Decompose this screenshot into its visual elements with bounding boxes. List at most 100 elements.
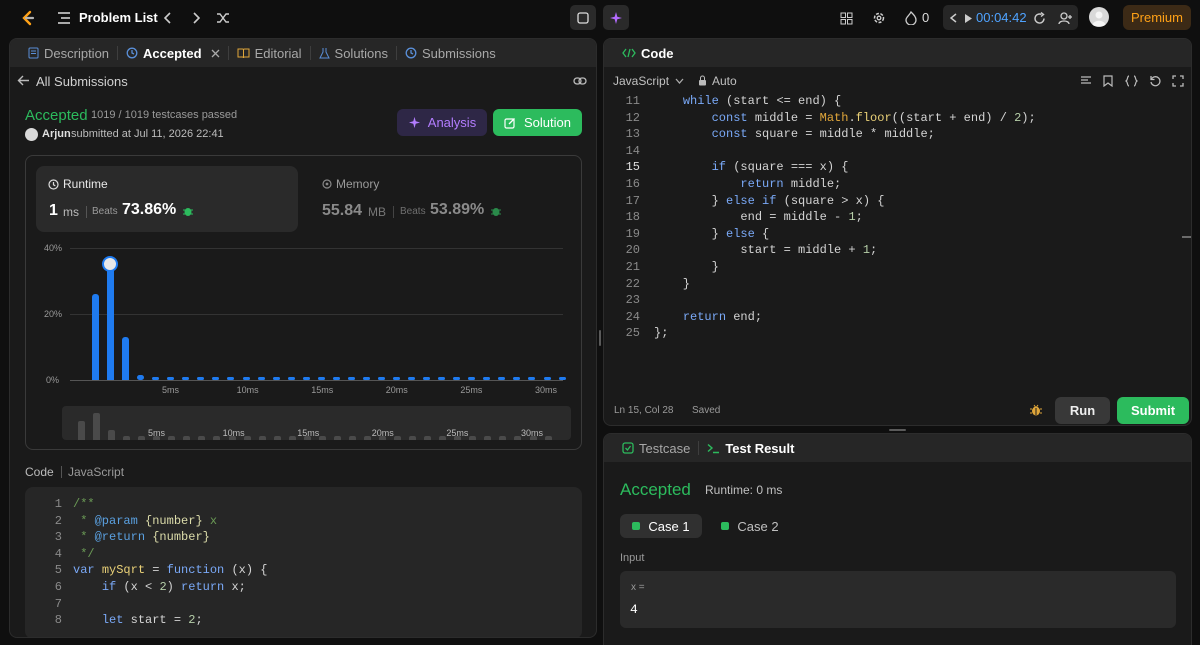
reset-icon[interactable] — [1149, 75, 1161, 87]
chart-bar[interactable] — [468, 376, 476, 380]
chart-bar[interactable] — [483, 376, 491, 380]
chart-bar[interactable] — [377, 376, 385, 380]
chart-bar[interactable] — [528, 376, 536, 380]
tab-submissions[interactable]: Submissions — [397, 39, 504, 67]
panel-resize-handle[interactable] — [889, 429, 906, 431]
avatar[interactable] — [1089, 7, 1109, 27]
submit-button[interactable]: Submit — [1117, 397, 1189, 424]
chart-bar[interactable] — [453, 376, 461, 380]
debug-bug-icon[interactable] — [1029, 403, 1043, 417]
line-number: 8 — [54, 613, 62, 628]
streak-fire-icon[interactable] — [903, 10, 919, 26]
chart-bar[interactable] — [317, 376, 325, 380]
layout-grid-icon[interactable] — [838, 10, 854, 26]
submitter-name[interactable]: Arjun — [42, 128, 71, 140]
memory-beats-value: 53.89% — [430, 201, 485, 218]
result-runtime: Runtime: 0 ms — [705, 483, 783, 497]
timer-reset-icon[interactable] — [1031, 10, 1047, 26]
chart-bar[interactable] — [272, 376, 280, 380]
close-icon[interactable] — [211, 49, 220, 58]
ai-sparkle-icon[interactable] — [603, 5, 629, 30]
chevron-left-icon[interactable] — [160, 10, 176, 26]
tab-testcase[interactable]: Testcase — [614, 434, 698, 462]
chart-bar[interactable] — [438, 376, 446, 380]
format-icon[interactable] — [1080, 76, 1092, 86]
chart-bar[interactable] — [227, 376, 235, 380]
chart-bar[interactable] — [513, 376, 521, 380]
submitted-code-block[interactable]: 1/** 2 * @param {number} x3 * @return {nu… — [25, 487, 582, 637]
x-tick-label: 5ms — [162, 385, 180, 395]
line-number: 5 — [54, 563, 62, 578]
chart-bar[interactable] — [182, 376, 190, 380]
braces-icon[interactable] — [1125, 75, 1138, 87]
solution-button[interactable]: Solution — [493, 109, 582, 136]
back-arrow-icon[interactable] — [17, 75, 30, 86]
vertical-resize-handle[interactable] — [599, 330, 601, 346]
chart-bar[interactable] — [197, 376, 205, 380]
tab-code[interactable]: Code — [614, 39, 682, 67]
chart-bar[interactable] — [498, 376, 506, 380]
chart-bar[interactable] — [107, 261, 115, 380]
problem-list-title[interactable]: Problem List — [79, 10, 158, 25]
chart-bar[interactable] — [257, 376, 265, 380]
chart-bar[interactable] — [332, 376, 340, 380]
code-editor[interactable]: 11 while (start <= end) {12 const middle… — [604, 93, 1191, 348]
leetcode-logo-icon[interactable] — [18, 8, 36, 28]
chevron-right-icon[interactable] — [188, 10, 204, 26]
input-box[interactable]: x = 4 — [620, 571, 1176, 628]
chart-bar[interactable] — [408, 376, 416, 380]
all-submissions-link[interactable]: All Submissions — [36, 74, 128, 89]
fullscreen-icon[interactable] — [1172, 75, 1184, 87]
timer-play-icon[interactable] — [962, 11, 974, 25]
auto-mode[interactable]: Auto — [712, 74, 737, 88]
memory-card[interactable]: Memory 55.84 MB Beats 53.89% — [309, 166, 571, 232]
runtime-distribution-chart[interactable]: 40% 20% 0% 5ms 10ms 15ms 20ms 25ms 30ms 5ms 10… — [36, 239, 571, 440]
run-button[interactable]: Run — [1055, 397, 1110, 424]
problem-list-icon[interactable] — [56, 10, 72, 26]
runtime-card[interactable]: Runtime 1 ms Beats 73.86% — [36, 166, 298, 232]
case-2-tab[interactable]: Case 2 — [714, 514, 786, 538]
bookmark-icon[interactable] — [1103, 75, 1113, 87]
chart-bar[interactable] — [362, 376, 370, 380]
chart-bar[interactable] — [92, 294, 99, 380]
layout-toggle-icon[interactable] — [570, 5, 596, 30]
chevron-down-icon[interactable] — [675, 78, 684, 84]
your-submission-marker[interactable] — [102, 256, 119, 273]
tab-description[interactable]: Description — [20, 39, 117, 67]
settings-gear-icon[interactable] — [871, 10, 887, 26]
chart-bar[interactable] — [347, 376, 355, 380]
tab-solutions[interactable]: Solutions — [311, 39, 396, 67]
chart-bar[interactable] — [423, 376, 431, 380]
chart-bar[interactable] — [242, 376, 250, 380]
chart-bar[interactable] — [212, 376, 220, 380]
share-link-icon[interactable] — [573, 75, 587, 87]
chart-bar[interactable] — [558, 376, 566, 380]
tab-accepted[interactable]: Accepted — [118, 39, 228, 67]
minimap-bar — [424, 436, 432, 440]
runtime-beats-label: Beats — [92, 206, 118, 217]
analysis-button[interactable]: Analysis — [397, 109, 487, 136]
add-user-icon[interactable] — [1057, 10, 1073, 26]
chart-bar[interactable] — [167, 376, 175, 380]
chart-bar[interactable] — [137, 375, 145, 380]
premium-button[interactable]: Premium — [1123, 5, 1191, 30]
editor-line: 22 } — [604, 276, 1191, 293]
chart-bar[interactable] — [393, 376, 400, 380]
tab-test-result[interactable]: Test Result — [699, 434, 802, 462]
editor-line: 19 } else { — [604, 226, 1191, 243]
case-1-tab[interactable]: Case 1 — [620, 514, 702, 538]
line-number: 16 — [625, 176, 640, 191]
chart-bar[interactable] — [122, 337, 130, 380]
shuffle-icon[interactable] — [215, 10, 231, 26]
chart-minimap[interactable]: 5ms 10ms 15ms 20ms 25ms 30ms — [62, 406, 571, 440]
timer-collapse-icon[interactable] — [948, 10, 958, 26]
chart-bar[interactable] — [543, 376, 551, 380]
minimap-bar — [183, 436, 191, 440]
tab-editorial[interactable]: Editorial — [229, 39, 310, 67]
input-var-label: x = — [631, 582, 645, 593]
chart-bar[interactable] — [302, 376, 310, 380]
x-tick-label: 25ms — [460, 385, 483, 395]
chart-bar[interactable] — [287, 376, 295, 380]
language-select[interactable]: JavaScript — [613, 74, 669, 88]
chart-bar[interactable] — [152, 376, 160, 380]
